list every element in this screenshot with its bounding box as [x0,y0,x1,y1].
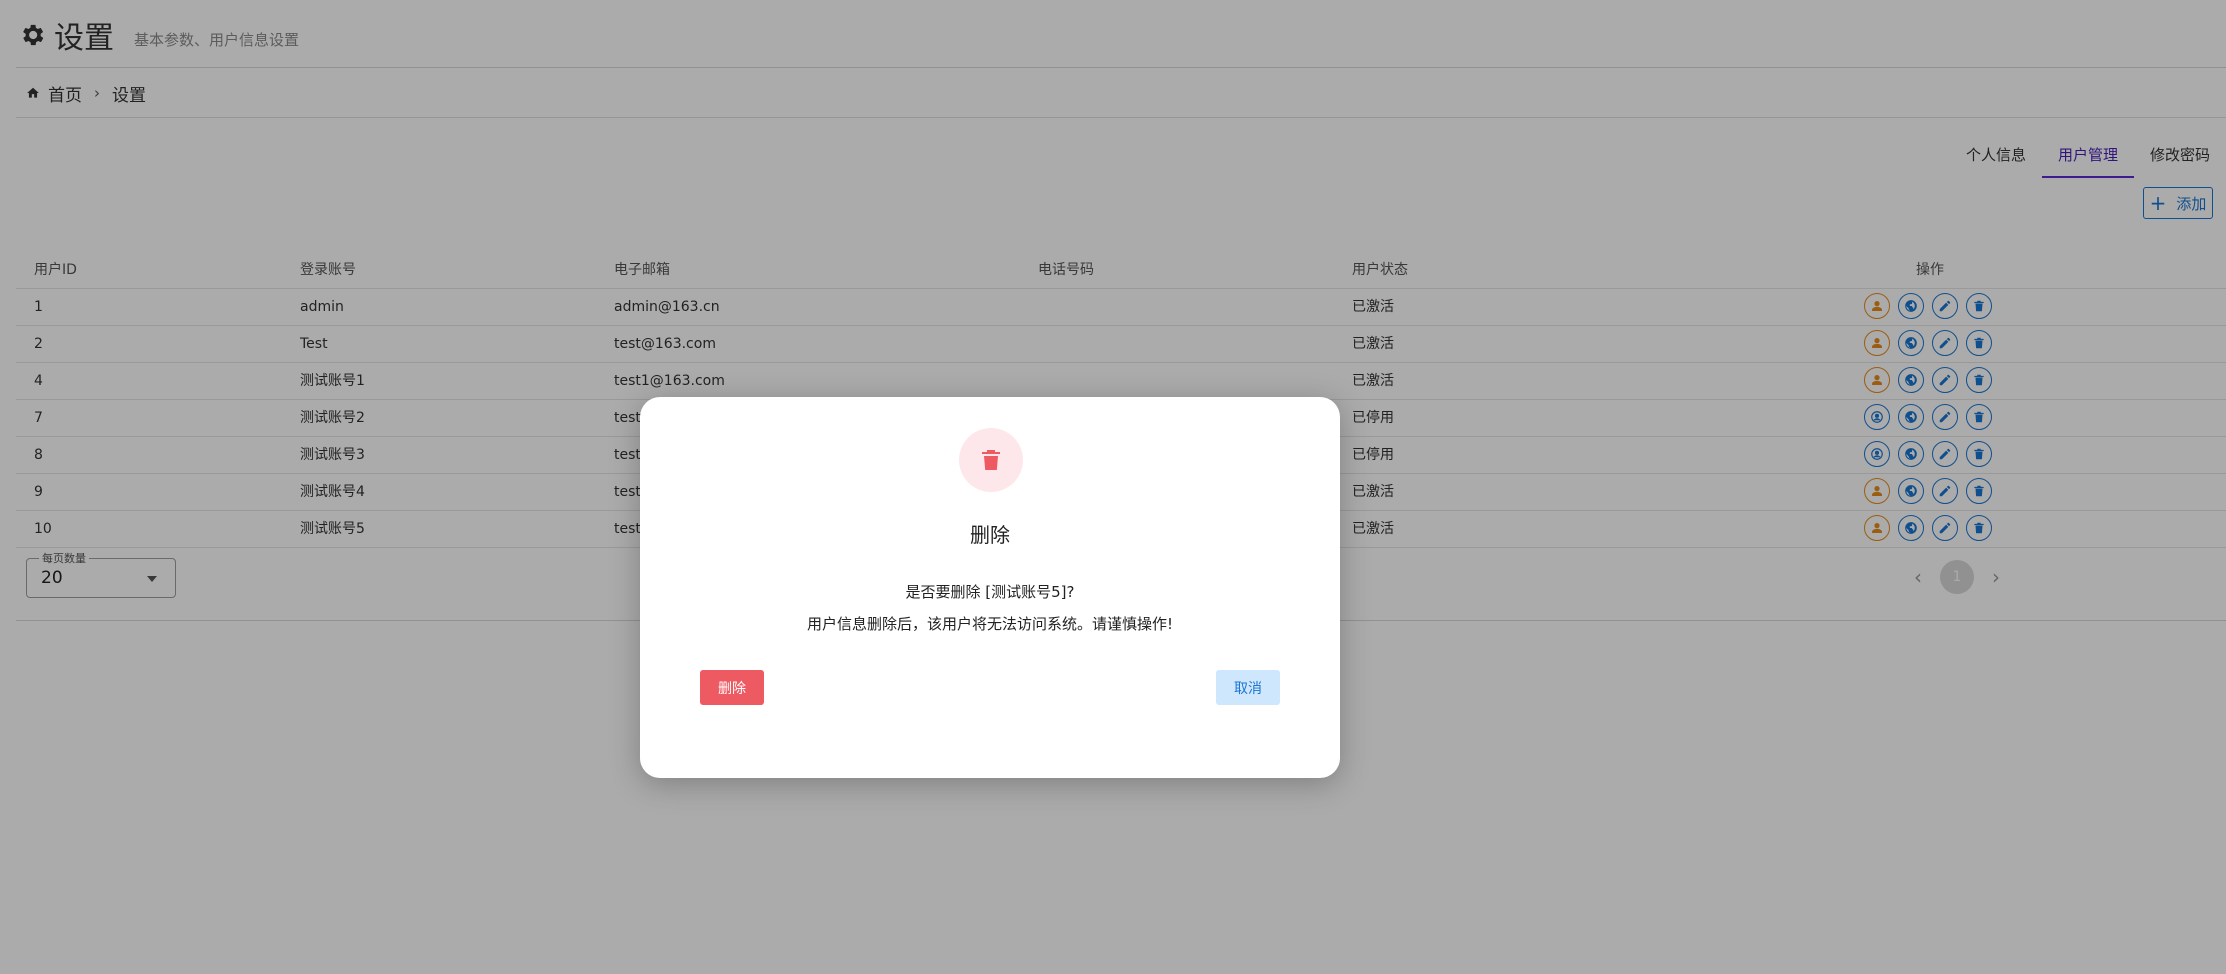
dialog-title: 删除 [970,523,1010,547]
dialog-warning: 用户信息删除后，该用户将无法访问系统。请谨慎操作! [806,615,1174,633]
trash-icon [959,428,1023,492]
cancel-button[interactable]: 取消 [1216,670,1280,705]
dialog-message: 是否要删除 [测试账号5]? [905,583,1075,601]
delete-dialog: 删除 是否要删除 [测试账号5]? 用户信息删除后，该用户将无法访问系统。请谨慎… [640,397,1340,778]
confirm-delete-button[interactable]: 删除 [700,670,764,705]
